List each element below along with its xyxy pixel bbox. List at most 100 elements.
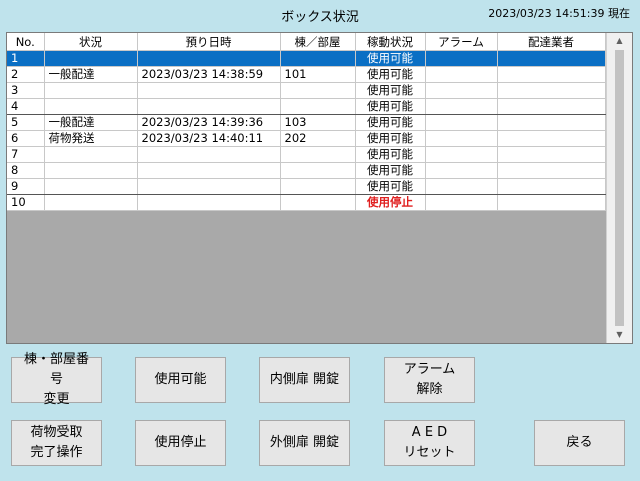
cell-room (280, 98, 356, 115)
cell-no: 4 (7, 98, 45, 115)
table-row[interactable]: 8 使用可能 (7, 162, 606, 179)
back-button[interactable]: 戻る (534, 420, 625, 466)
column-header-datetime[interactable]: 預り日時 (137, 33, 281, 51)
cell-alarm (425, 162, 498, 179)
column-header-room[interactable]: 棟／部屋 (280, 33, 356, 51)
cell-no: 5 (7, 114, 45, 131)
column-header-alarm[interactable]: アラーム (425, 33, 498, 51)
cell-status (44, 146, 138, 163)
inner-door-unlock-button[interactable]: 内側扉 開錠 (259, 357, 350, 403)
cell-no: 1 (7, 50, 45, 67)
column-header-carrier[interactable]: 配達業者 (497, 33, 606, 51)
cell-alarm (425, 146, 498, 163)
alarm-clear-button[interactable]: アラーム 解除 (384, 357, 475, 403)
table-row[interactable]: 5 一般配達 2023/03/23 14:39:36 103 使用可能 (7, 114, 606, 131)
cell-status (44, 178, 138, 195)
cell-status (44, 50, 138, 67)
cell-no: 10 (7, 194, 45, 211)
cell-operation: 使用停止 (355, 194, 426, 211)
cell-operation: 使用可能 (355, 146, 426, 163)
table-row[interactable]: 1 使用可能 (7, 50, 606, 67)
room-change-button[interactable]: 棟・部屋番号 変更 (11, 352, 102, 407)
table-row[interactable]: 2 一般配達 2023/03/23 14:38:59 101 使用可能 (7, 66, 606, 83)
cell-carrier (497, 114, 606, 131)
cell-alarm (425, 66, 498, 83)
cell-operation: 使用可能 (355, 178, 426, 195)
cell-operation: 使用可能 (355, 130, 426, 147)
cell-carrier (497, 130, 606, 147)
cell-alarm (425, 194, 498, 211)
vertical-scrollbar[interactable]: ▲ ▼ (606, 33, 632, 343)
cell-datetime: 2023/03/23 14:39:36 (137, 114, 281, 131)
column-header-no[interactable]: No. (7, 33, 45, 51)
cell-carrier (497, 66, 606, 83)
cell-room (280, 82, 356, 99)
cell-datetime (137, 50, 281, 67)
table-row[interactable]: 9 使用可能 (7, 178, 606, 195)
table-row[interactable]: 6 荷物発送 2023/03/23 14:40:11 202 使用可能 (7, 130, 606, 147)
table-header: No. 状況 預り日時 棟／部屋 稼動状況 アラーム 配達業者 (7, 33, 606, 51)
cell-carrier (497, 146, 606, 163)
cell-carrier (497, 162, 606, 179)
cell-status (44, 162, 138, 179)
complete-pickup-button[interactable]: 荷物受取 完了操作 (11, 420, 102, 466)
box-status-grid: No. 状況 預り日時 棟／部屋 稼動状況 アラーム 配達業者 1 使用可能 2 一般… (6, 32, 633, 344)
table-row[interactable]: 7 使用可能 (7, 146, 606, 163)
cell-no: 8 (7, 162, 45, 179)
outer-door-unlock-button[interactable]: 外側扉 開錠 (259, 420, 350, 466)
aed-reset-button[interactable]: A E D リセット (384, 420, 475, 466)
cell-alarm (425, 50, 498, 67)
cell-operation: 使用可能 (355, 82, 426, 99)
cell-alarm (425, 82, 498, 99)
cell-room (280, 50, 356, 67)
cell-alarm (425, 114, 498, 131)
cell-operation: 使用可能 (355, 50, 426, 67)
set-stopped-button[interactable]: 使用停止 (135, 420, 226, 466)
table-row[interactable]: 4 使用可能 (7, 98, 606, 115)
current-datetime: 2023/03/23 14:51:39 現在 (488, 7, 630, 20)
cell-status (44, 82, 138, 99)
cell-carrier (497, 194, 606, 211)
scroll-up-icon[interactable]: ▲ (607, 33, 632, 49)
cell-room (280, 162, 356, 179)
cell-room (280, 194, 356, 211)
cell-datetime: 2023/03/23 14:38:59 (137, 66, 281, 83)
cell-no: 3 (7, 82, 45, 99)
cell-status: 一般配達 (44, 114, 138, 131)
cell-no: 9 (7, 178, 45, 195)
table-row[interactable]: 3 使用可能 (7, 82, 606, 99)
cell-operation: 使用可能 (355, 114, 426, 131)
cell-operation: 使用可能 (355, 66, 426, 83)
set-available-button[interactable]: 使用可能 (135, 357, 226, 403)
cell-alarm (425, 130, 498, 147)
column-header-operation[interactable]: 稼動状況 (355, 33, 426, 51)
table-row[interactable]: 10 使用停止 (7, 194, 606, 211)
cell-operation: 使用可能 (355, 162, 426, 179)
cell-carrier (497, 178, 606, 195)
cell-carrier (497, 82, 606, 99)
cell-datetime (137, 162, 281, 179)
cell-room: 101 (280, 66, 356, 83)
scrollbar-thumb[interactable] (615, 50, 624, 326)
cell-room (280, 146, 356, 163)
cell-carrier (497, 98, 606, 115)
cell-datetime (137, 82, 281, 99)
cell-carrier (497, 50, 606, 67)
cell-datetime (137, 98, 281, 115)
column-header-status[interactable]: 状況 (44, 33, 138, 51)
cell-alarm (425, 178, 498, 195)
cell-datetime (137, 194, 281, 211)
cell-no: 6 (7, 130, 45, 147)
cell-room (280, 178, 356, 195)
cell-room: 103 (280, 114, 356, 131)
cell-datetime (137, 178, 281, 195)
scroll-down-icon[interactable]: ▼ (607, 327, 632, 343)
cell-status (44, 194, 138, 211)
cell-operation: 使用可能 (355, 98, 426, 115)
cell-status (44, 98, 138, 115)
cell-datetime (137, 146, 281, 163)
cell-alarm (425, 98, 498, 115)
cell-status: 一般配達 (44, 66, 138, 83)
box-table: No. 状況 預り日時 棟／部屋 稼動状況 アラーム 配達業者 1 使用可能 2 一般… (7, 33, 606, 211)
cell-no: 2 (7, 66, 45, 83)
